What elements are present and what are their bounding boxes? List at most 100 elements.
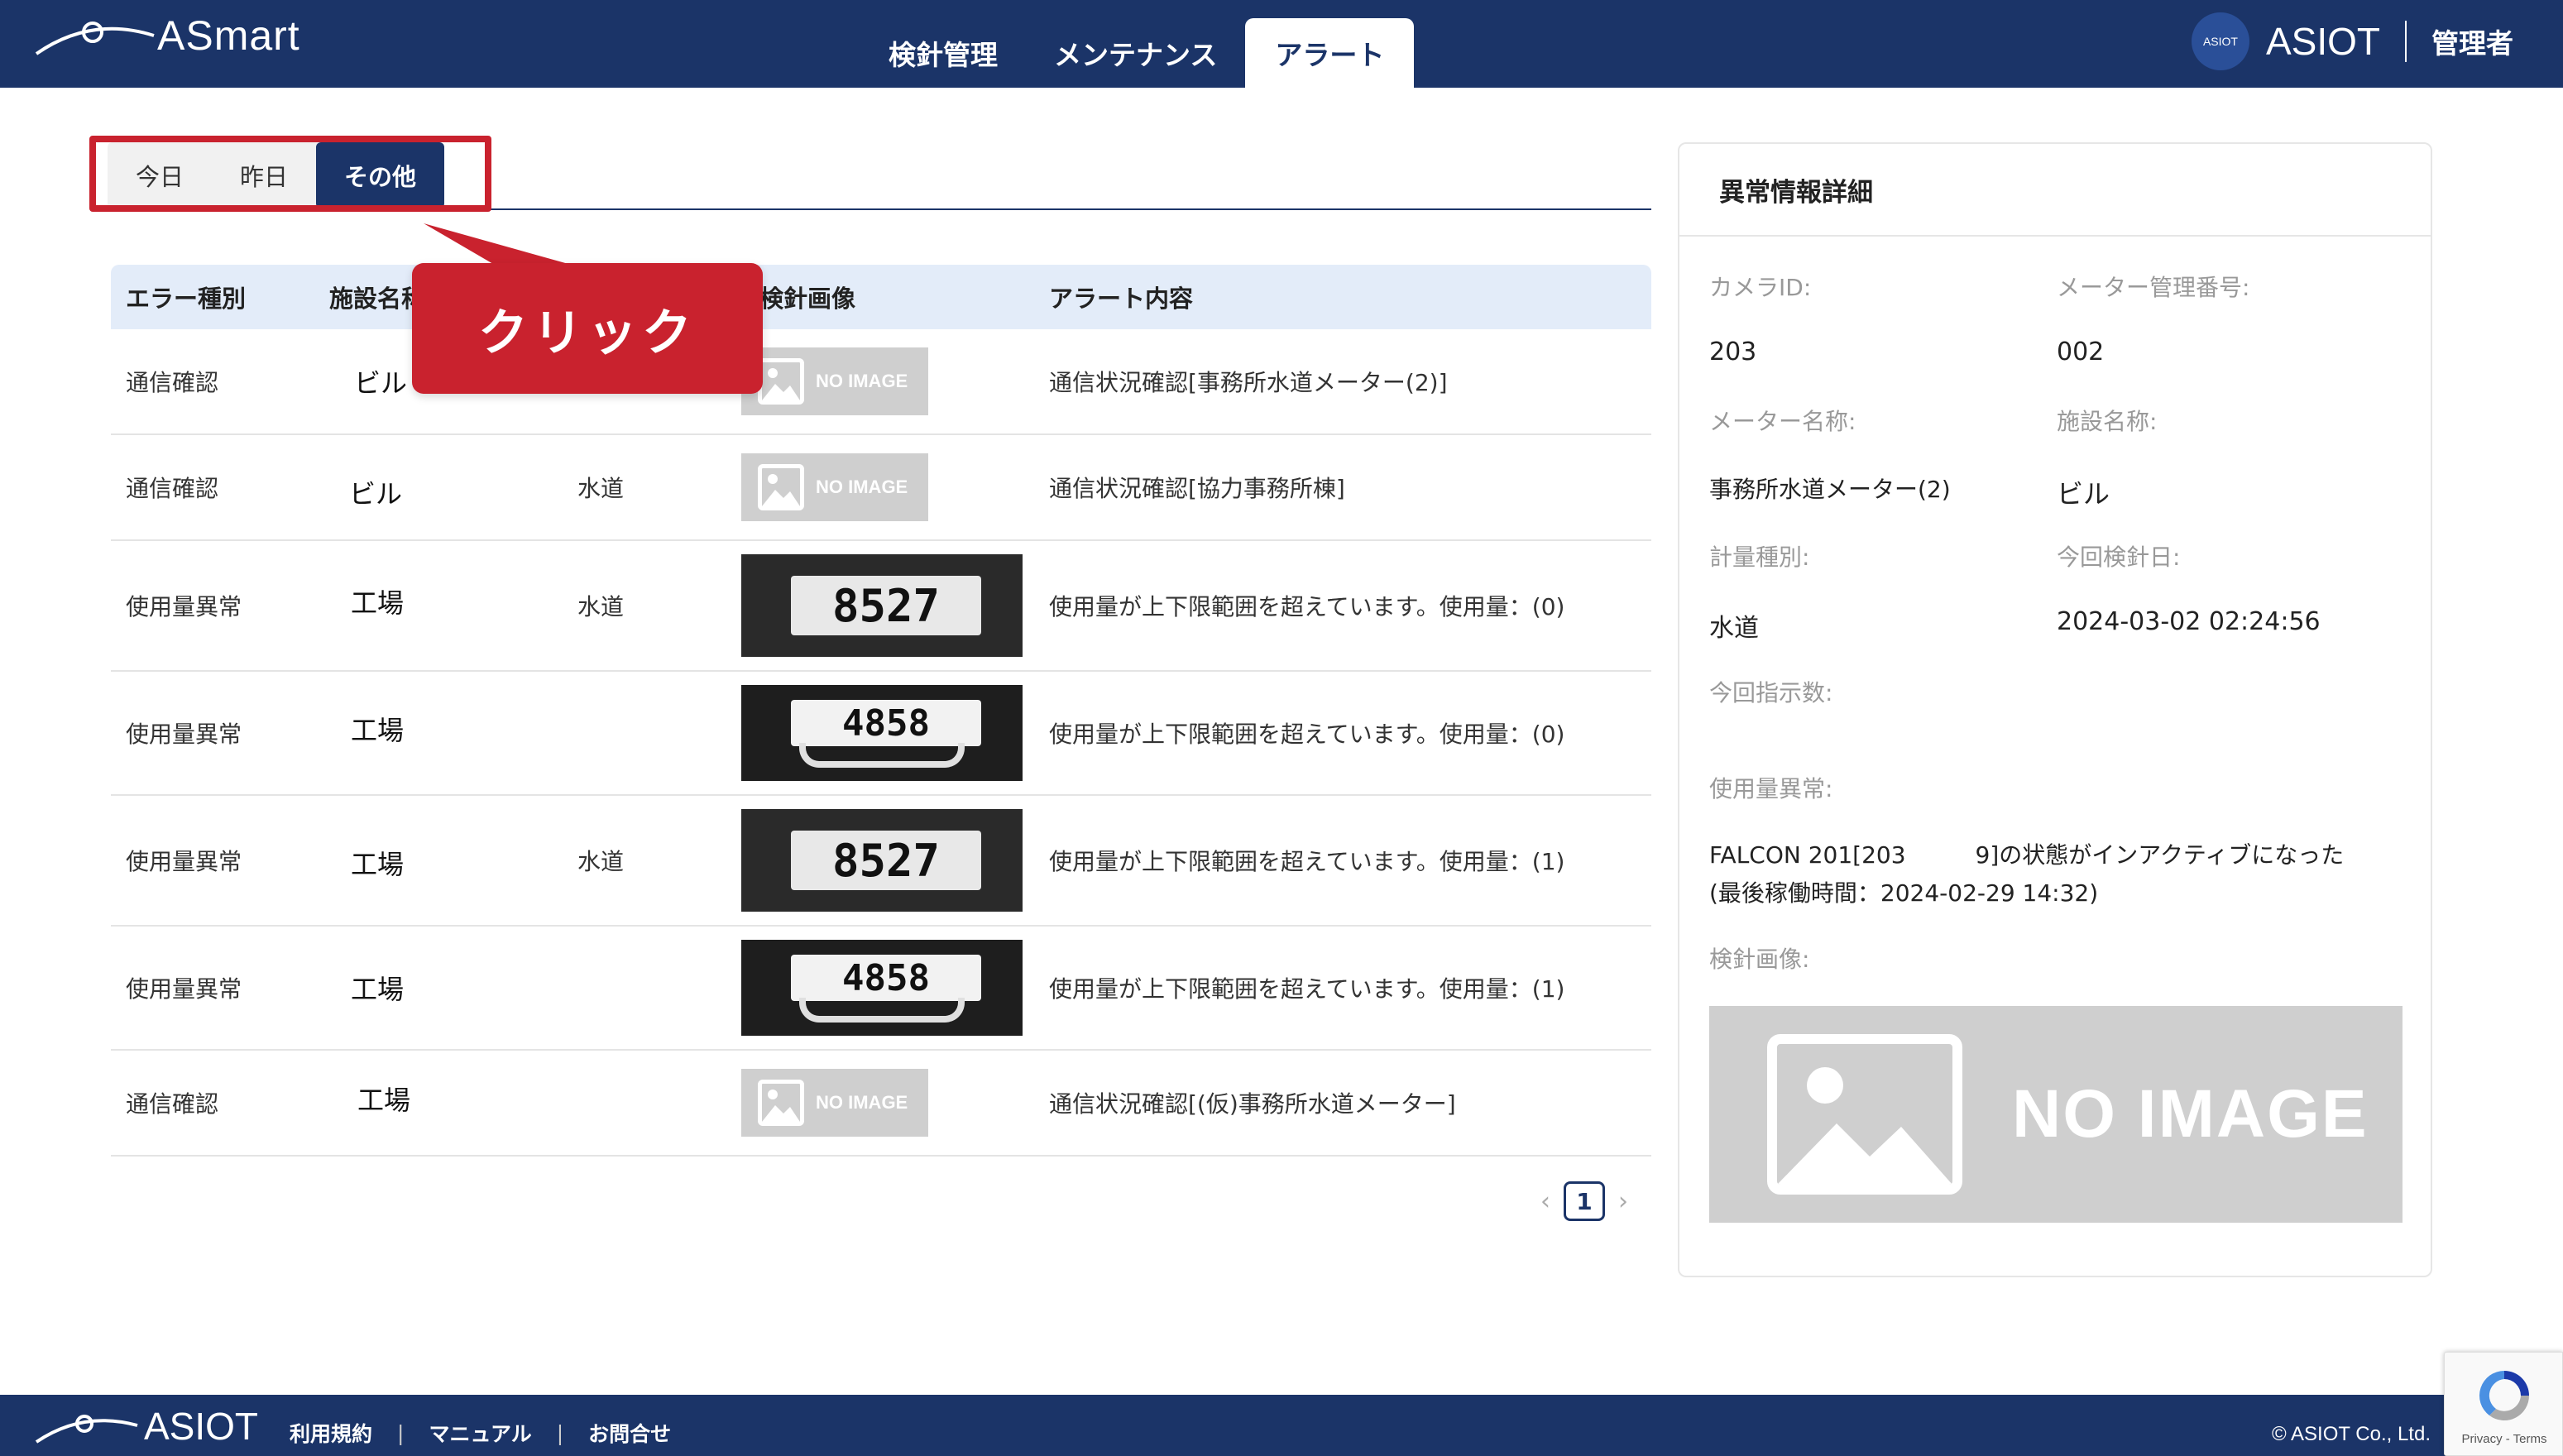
cell-error-type: 使用量異常 xyxy=(126,593,242,620)
usage-anomaly-line1: FALCON 201[203 9]の状態がインアクティブになった xyxy=(1709,841,2345,869)
cell-error-type: 通信確認 xyxy=(126,475,219,502)
pagination: ‹ 1 › xyxy=(1540,1181,1628,1221)
no-image-thumbnail[interactable]: NO IMAGE xyxy=(741,1069,928,1137)
alert-page: ASmart 検針管理 メンテナンス アラート ASIOT ASIOT 管理者 … xyxy=(0,0,2563,1456)
footer-logo-mark-icon xyxy=(35,1415,138,1444)
meter-name-label: メーター名称: xyxy=(1709,408,1856,435)
image-placeholder-icon xyxy=(758,464,804,510)
meter-digits: 8527 xyxy=(791,576,981,635)
recaptcha-icon xyxy=(2479,1371,2529,1420)
table-row[interactable]: 通信確認 工場 NO IMAGE 通信状況確認[(仮)事務所水道メーター] xyxy=(111,1051,1651,1157)
logo-mark-icon xyxy=(35,22,155,55)
table-row[interactable]: 使用量異常 工場 水道 8527 使用量が上下限範囲を超えています。使用量：(0… xyxy=(111,541,1651,672)
click-callout: クリック xyxy=(412,263,763,394)
no-image-text: NO IMAGE xyxy=(816,1092,908,1113)
recaptcha-badge[interactable]: Privacy - Terms xyxy=(2444,1352,2563,1456)
cell-meter-kind: 水道 xyxy=(577,848,625,875)
cell-facility: ビル xyxy=(354,367,408,399)
recaptcha-privacy-terms[interactable]: Privacy - Terms xyxy=(2445,1432,2563,1446)
table-row[interactable]: 使用量異常 工場 4858 使用量が上下限範囲を超えています。使用量：(1) xyxy=(111,927,1651,1051)
detail-no-image[interactable]: NO IMAGE xyxy=(1709,1006,2403,1223)
cell-error-type: 通信確認 xyxy=(126,369,219,396)
meter-name-value: 事務所水道メーター(2) xyxy=(1709,476,1951,503)
cell-error-type: 通信確認 xyxy=(126,1090,219,1118)
cell-error-type: 使用量異常 xyxy=(126,848,242,875)
table-row[interactable]: 使用量異常 工場 4858 使用量が上下限範囲を超えています。使用量：(0) xyxy=(111,672,1651,796)
cell-alert-content: 使用量が上下限範囲を超えています。使用量：(1) xyxy=(1049,848,1565,875)
meter-image-thumbnail[interactable]: 8527 xyxy=(741,809,1023,912)
cell-meter-kind: 水道 xyxy=(577,475,625,502)
col-header-error-type: エラー種別 xyxy=(126,285,247,313)
nav-tab-alert[interactable]: アラート xyxy=(1245,18,1415,88)
footer-link-terms[interactable]: 利用規約 xyxy=(290,1418,372,1448)
facility-value: ビル xyxy=(2057,478,2110,510)
top-header: ASmart 検針管理 メンテナンス アラート ASIOT ASIOT 管理者 xyxy=(0,0,2563,88)
meter-digits: 4858 xyxy=(791,955,981,1001)
camera-id-label: カメラID: xyxy=(1709,274,1812,301)
next-page-button[interactable]: › xyxy=(1618,1187,1628,1216)
cell-error-type: 使用量異常 xyxy=(126,975,242,1003)
col-header-facility: 施設名称 xyxy=(329,285,426,313)
usage-anomaly-label: 使用量異常: xyxy=(1709,775,1833,802)
meter-frame-shape xyxy=(799,743,965,768)
nav-tab-meter-reading[interactable]: 検針管理 xyxy=(860,18,1026,88)
main-nav: 検針管理 メンテナンス アラート xyxy=(860,18,1415,88)
table-header: エラー種別 施設名称 検針画像 アラート内容 xyxy=(111,265,1651,329)
no-image-thumbnail[interactable]: NO IMAGE xyxy=(741,347,928,415)
cell-alert-content: 使用量が上下限範囲を超えています。使用量：(0) xyxy=(1049,721,1565,748)
footer: ASIOT 利用規約 | マニュアル | お問合せ © ASIOT Co., L… xyxy=(0,1395,2563,1456)
cell-alert-content: 通信状況確認[(仮)事務所水道メーター] xyxy=(1049,1090,1456,1118)
meter-digits: 4858 xyxy=(791,700,981,746)
brand-area: ASIOT ASIOT 管理者 xyxy=(2191,12,2513,71)
footer-links: 利用規約 | マニュアル | お問合せ xyxy=(290,1418,671,1448)
cell-facility: 工場 xyxy=(351,849,405,880)
meter-image-thumbnail[interactable]: 4858 xyxy=(741,940,1023,1036)
footer-logo[interactable]: ASIOT xyxy=(33,1403,258,1449)
image-label: 検針画像: xyxy=(1709,946,1810,973)
panel-title: 異常情報詳細 xyxy=(1679,144,2431,237)
facility-label: 施設名称: xyxy=(2057,408,2158,435)
alert-table: エラー種別 施設名称 検針画像 アラート内容 通信確認 ビル NO IMAGE … xyxy=(111,265,1651,1157)
cell-alert-content: 使用量が上下限範囲を超えています。使用量：(1) xyxy=(1049,975,1565,1003)
footer-separator: | xyxy=(556,1420,564,1445)
anomaly-detail-panel: 異常情報詳細 カメラID: メーター管理番号: 203 002 メーター名称: … xyxy=(1678,142,2432,1277)
measure-type-value: 水道 xyxy=(1709,614,1759,643)
cell-alert-content: 通信状況確認[協力事務所棟] xyxy=(1049,475,1345,502)
meter-digits: 8527 xyxy=(791,831,981,890)
image-placeholder-icon xyxy=(1767,1034,1962,1195)
check-date-label: 今回検針日: xyxy=(2057,544,2181,571)
no-image-text: NO IMAGE xyxy=(2012,1076,2369,1152)
meter-no-label: メーター管理番号: xyxy=(2057,274,2250,301)
no-image-thumbnail[interactable]: NO IMAGE xyxy=(741,453,928,521)
page-1-button[interactable]: 1 xyxy=(1564,1181,1605,1221)
table-row[interactable]: 通信確認 ビル NO IMAGE 通信状況確認[事務所水道メーター(2)] xyxy=(111,329,1651,435)
image-placeholder-icon xyxy=(758,1080,804,1126)
col-header-alert-content: アラート内容 xyxy=(1049,285,1194,313)
camera-id-value: 203 xyxy=(1709,338,1757,366)
brand-name: ASIOT xyxy=(2265,20,2380,63)
cell-facility: 工場 xyxy=(357,1085,411,1116)
footer-link-manual[interactable]: マニュアル xyxy=(429,1418,531,1448)
prev-page-button[interactable]: ‹ xyxy=(1540,1187,1550,1216)
cell-meter-kind: 水道 xyxy=(577,593,625,620)
meter-image-thumbnail[interactable]: 8527 xyxy=(741,554,1023,657)
app-logo[interactable]: ASmart xyxy=(33,7,300,65)
table-row[interactable]: 使用量異常 工場 水道 8527 使用量が上下限範囲を超えています。使用量：(1… xyxy=(111,796,1651,927)
image-placeholder-icon xyxy=(758,358,804,405)
meter-image-thumbnail[interactable]: 4858 xyxy=(741,685,1023,781)
reading-label: 今回指示数: xyxy=(1709,679,1833,706)
nav-tab-maintenance[interactable]: メンテナンス xyxy=(1026,18,1245,88)
annotation-highlight-box xyxy=(89,136,491,212)
user-menu[interactable]: 管理者 xyxy=(2431,22,2513,61)
usage-anomaly-line2: (最後稼働時間：2024-02-29 14:32) xyxy=(1709,879,2099,907)
cell-facility: 工場 xyxy=(351,587,405,619)
brand-divider xyxy=(2405,21,2407,62)
col-header-image: 検針画像 xyxy=(759,285,856,313)
footer-link-contact[interactable]: お問合せ xyxy=(588,1418,671,1448)
meter-frame-shape xyxy=(799,998,965,1023)
measure-type-label: 計量種別: xyxy=(1709,544,1810,571)
meter-no-value: 002 xyxy=(2057,338,2105,366)
app-logo-text: ASmart xyxy=(157,12,300,59)
table-row[interactable]: 通信確認 ビル 水道 NO IMAGE 通信状況確認[協力事務所棟] xyxy=(111,435,1651,541)
no-image-text: NO IMAGE xyxy=(816,477,908,497)
